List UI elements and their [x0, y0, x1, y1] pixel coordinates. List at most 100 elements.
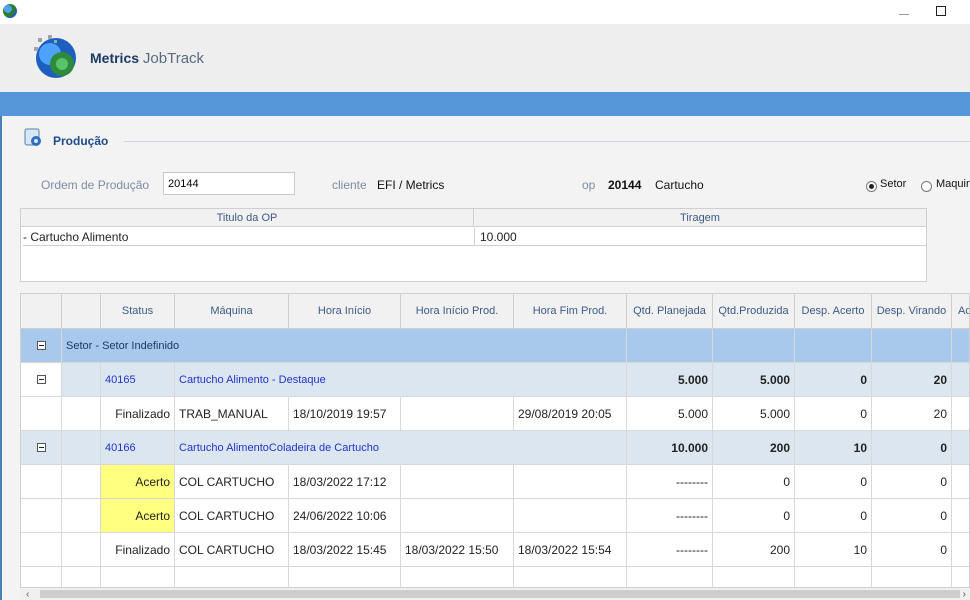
header-qtd-planejada[interactable]: Qtd. Planejada: [627, 294, 713, 329]
header-maquina[interactable]: Máquina: [175, 294, 289, 329]
radio-setor[interactable]: [866, 181, 877, 192]
job-id[interactable]: 40166: [105, 442, 136, 454]
app-header: Metrics JobTrack: [0, 24, 970, 92]
section-title: Produção: [53, 134, 109, 148]
client-value: EFI / Metrics: [377, 178, 445, 192]
row-desp-virando: 20: [872, 397, 952, 431]
job-qtd-produzida: 200: [713, 431, 795, 465]
production-grid: Status Máquina Hora Início Hora Início P…: [20, 293, 970, 588]
table-row-empty: [21, 567, 969, 587]
job-name[interactable]: Cartucho Alimento - Destaque: [179, 374, 326, 386]
order-number-input[interactable]: [163, 172, 295, 195]
job-row-40166[interactable]: 40166 Cartucho AlimentoColadeira de Cart…: [21, 431, 969, 465]
job-desp-acerto: 0: [795, 363, 872, 397]
minimize-icon[interactable]: [897, 4, 911, 18]
header-indent-col: [62, 294, 101, 329]
header-qtd-produzida[interactable]: Qtd.Produzida: [713, 294, 795, 329]
op-number: 20144: [608, 178, 642, 192]
row-qtd-produzida: 0: [713, 499, 795, 533]
row-qtd-planejada: --------: [627, 465, 713, 499]
header-tiragem: Tiragem: [474, 209, 926, 227]
row-qtd-planejada: 5.000: [627, 397, 713, 431]
row-desp-acerto: 0: [795, 465, 872, 499]
row-status: Acerto: [101, 499, 175, 533]
row-maquina: COL CARTUCHO: [175, 499, 289, 533]
job-id[interactable]: 40165: [105, 374, 136, 386]
row-hora-inicio-prod: [401, 465, 514, 499]
row-desp-acerto: 0: [795, 499, 872, 533]
row-status: Finalizado: [101, 397, 175, 431]
window-titlebar: [0, 0, 970, 24]
table-row[interactable]: Acerto COL CARTUCHO 24/06/2022 10:06 ---…: [21, 499, 969, 533]
collapse-icon[interactable]: [36, 341, 46, 350]
job-desp-acerto: 10: [795, 431, 872, 465]
op-label: op: [582, 178, 596, 192]
order-label: Ordem de Produção: [41, 178, 150, 192]
header-desp-acerto[interactable]: Desp. Acerto: [795, 294, 872, 329]
job-name[interactable]: Cartucho AlimentoColadeira de Cartucho: [179, 442, 379, 454]
production-gear-icon: [24, 128, 41, 146]
group-row-setor[interactable]: Setor - Setor Indefinido: [21, 329, 969, 363]
row-hora-fim-prod: [514, 499, 627, 533]
group-label: Setor - Setor Indefinido: [66, 339, 180, 352]
collapse-icon[interactable]: [36, 375, 46, 384]
row-qtd-produzida: 200: [713, 533, 795, 567]
scroll-right-icon[interactable]: ›: [963, 589, 966, 600]
op-name: Cartucho: [655, 178, 704, 192]
header-hora-inicio[interactable]: Hora Início: [289, 294, 401, 329]
scroll-thumb[interactable]: [40, 590, 960, 598]
header-titulo-op: Titulo da OP: [21, 209, 474, 227]
horizontal-scrollbar[interactable]: ‹ ›: [20, 588, 970, 600]
row-status: Acerto: [101, 465, 175, 499]
radio-setor-label: Setor: [880, 178, 907, 190]
op-title-value: - Cartucho Alimento: [23, 228, 474, 246]
job-qtd-produzida: 5.000: [713, 363, 795, 397]
tiragem-value: 10.000: [474, 228, 926, 246]
row-hora-inicio: 24/06/2022 10:06: [289, 499, 401, 533]
app-globe-icon: [3, 4, 17, 18]
radio-maquina-label: Maquin: [936, 178, 970, 190]
header-accent-bar: [0, 92, 970, 116]
table-row[interactable]: Finalizado TRAB_MANUAL 18/10/2019 19:57 …: [21, 397, 969, 431]
row-hora-inicio-prod: 18/03/2022 15:50: [401, 533, 514, 567]
collapse-icon[interactable]: [36, 443, 46, 452]
row-maquina: COL CARTUCHO: [175, 533, 289, 567]
client-label: cliente: [332, 178, 367, 192]
row-hora-inicio: 18/03/2022 17:12: [289, 465, 401, 499]
radio-maquina[interactable]: [921, 181, 932, 192]
row-hora-fim-prod: [514, 465, 627, 499]
app-brand: Metrics JobTrack: [90, 50, 204, 67]
brand-product: JobTrack: [142, 50, 205, 67]
header-desp-virando[interactable]: Desp. Virando: [872, 294, 952, 329]
row-qtd-planejada: --------: [627, 499, 713, 533]
maximize-icon[interactable]: [936, 6, 946, 16]
job-qtd-planejada: 10.000: [627, 431, 713, 465]
job-qtd-planejada: 5.000: [627, 363, 713, 397]
job-row-40165[interactable]: 40165 Cartucho Alimento - Destaque 5.000…: [21, 363, 969, 397]
row-maquina: COL CARTUCHO: [175, 465, 289, 499]
row-hora-inicio-prod: [401, 397, 514, 431]
table-row[interactable]: Acerto COL CARTUCHO 18/03/2022 17:12 ---…: [21, 465, 969, 499]
op-info-table: Titulo da OP Tiragem - Cartucho Alimento…: [20, 208, 927, 282]
row-qtd-produzida: 0: [713, 465, 795, 499]
header-ac[interactable]: Ac: [952, 294, 969, 329]
row-desp-acerto: 0: [795, 397, 872, 431]
header-status[interactable]: Status: [101, 294, 175, 329]
row-desp-virando: 0: [872, 465, 952, 499]
job-desp-virando: 20: [872, 363, 952, 397]
row-hora-fim-prod: 18/03/2022 15:54: [514, 533, 627, 567]
header-hora-inicio-prod[interactable]: Hora Início Prod.: [401, 294, 514, 329]
brand-name: Metrics: [90, 50, 140, 66]
row-hora-fim-prod: 29/08/2019 20:05: [514, 397, 627, 431]
row-hora-inicio: 18/03/2022 15:45: [289, 533, 401, 567]
table-row[interactable]: Finalizado COL CARTUCHO 18/03/2022 15:45…: [21, 533, 969, 567]
row-hora-inicio-prod: [401, 499, 514, 533]
scroll-left-icon[interactable]: ‹: [26, 589, 29, 600]
row-status: Finalizado: [101, 533, 175, 567]
row-maquina: TRAB_MANUAL: [175, 397, 289, 431]
row-hora-inicio: 18/10/2019 19:57: [289, 397, 401, 431]
header-hora-fim-prod[interactable]: Hora Fim Prod.: [514, 294, 627, 329]
section-divider: [124, 141, 970, 142]
row-desp-virando: 0: [872, 533, 952, 567]
header-expand-col: [21, 294, 62, 329]
